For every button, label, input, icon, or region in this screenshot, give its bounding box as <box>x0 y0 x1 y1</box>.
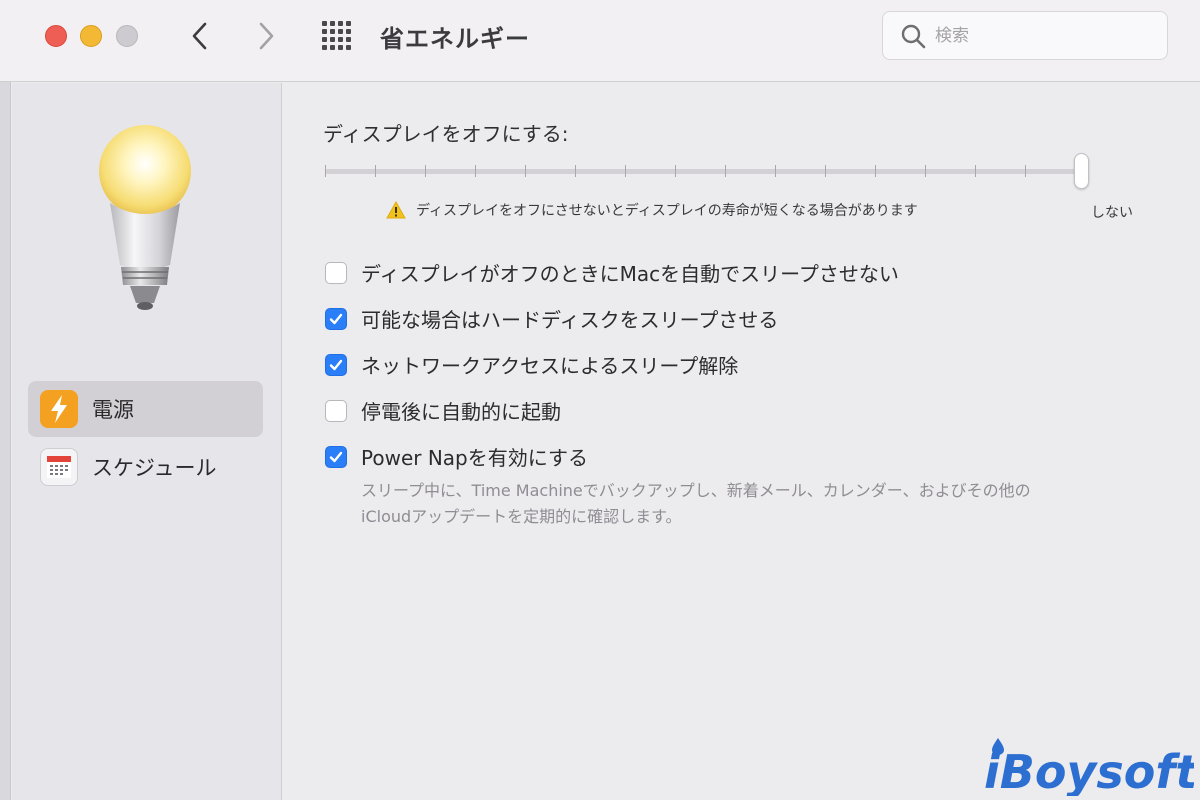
option-label: ネットワークアクセスによるスリープ解除 <box>361 354 739 378</box>
option-disk-sleep[interactable]: 可能な場合はハードディスクをスリープさせる <box>325 304 778 333</box>
checkmark-icon <box>329 313 343 324</box>
lightning-icon <box>40 390 78 428</box>
checkbox-unchecked[interactable] <box>325 261 347 284</box>
watermark-text: iBoysoft <box>984 745 1194 796</box>
slider-track <box>325 169 1085 174</box>
show-all-grid-button[interactable] <box>318 20 358 52</box>
chevron-right-icon <box>259 22 274 50</box>
slider-tick <box>775 165 776 177</box>
option-power-nap[interactable]: Power Napを有効にする <box>325 442 588 471</box>
sidebar-item-label: 電源 <box>92 398 134 422</box>
option-prevent-sleep[interactable]: ディスプレイがオフのときにMacを自動でスリープさせない <box>325 258 899 287</box>
slider-tick <box>525 165 526 177</box>
slider-tick <box>325 165 326 177</box>
slider-value-never: しない <box>1091 205 1133 221</box>
forward-button[interactable] <box>248 18 284 54</box>
display-off-label: ディスプレイをオフにする: <box>323 122 569 146</box>
checkbox-checked[interactable] <box>325 307 347 330</box>
main-pane: ディスプレイをオフにする: ディスプレイをオフにさせないとディスプレイの寿命が短… <box>283 83 1200 800</box>
display-off-slider[interactable] <box>325 153 1095 189</box>
search-input[interactable] <box>935 25 1155 46</box>
warning-message: ディスプレイをオフにさせないとディスプレイの寿命が短くなる場合があります <box>386 200 918 220</box>
option-label: Power Napを有効にする <box>361 446 588 470</box>
iboysoft-watermark-logo: iBoysoft <box>984 738 1194 796</box>
window-title: 省エネルギー <box>380 25 530 53</box>
slider-tick <box>625 165 626 177</box>
power-nap-description-line: iCloudアップデートを定期的に確認します。 <box>361 507 682 526</box>
checkbox-checked[interactable] <box>325 353 347 376</box>
option-restart-power-failure[interactable]: 停電後に自動的に起動 <box>325 396 561 425</box>
warning-text: ディスプレイをオフにさせないとディスプレイの寿命が短くなる場合があります <box>416 203 918 219</box>
warning-icon <box>386 201 406 219</box>
slider-thumb[interactable] <box>1074 153 1089 189</box>
option-wake-network[interactable]: ネットワークアクセスによるスリープ解除 <box>325 350 738 379</box>
chevron-left-icon <box>192 22 207 50</box>
power-nap-description: スリープ中に、Time Machineでバックアップし、新着メール、カレンダー、… <box>361 478 1161 530</box>
option-label: ディスプレイがオフのときにMacを自動でスリープさせない <box>361 262 899 286</box>
zoom-button[interactable] <box>116 25 138 47</box>
option-label: 停電後に自動的に起動 <box>361 400 561 424</box>
slider-tick <box>675 165 676 177</box>
window-edge <box>0 0 11 800</box>
sidebar-item-schedule[interactable]: スケジュール <box>28 439 263 495</box>
slider-tick <box>1025 165 1026 177</box>
slider-tick <box>425 165 426 177</box>
calendar-icon <box>40 448 78 486</box>
sidebar-item-power[interactable]: 電源 <box>28 381 263 437</box>
slider-tick <box>875 165 876 177</box>
checkmark-icon <box>329 359 343 370</box>
toolbar: 省エネルギー <box>0 0 1200 82</box>
search-field[interactable] <box>882 11 1168 60</box>
slider-tick <box>825 165 826 177</box>
power-nap-description-line: スリープ中に、Time Machineでバックアップし、新着メール、カレンダー、… <box>361 481 1031 500</box>
slider-tick <box>375 165 376 177</box>
checkbox-unchecked[interactable] <box>325 399 347 422</box>
slider-tick <box>925 165 926 177</box>
slider-tick <box>725 165 726 177</box>
checkbox-checked[interactable] <box>325 445 347 468</box>
sidebar-item-label: スケジュール <box>92 456 217 480</box>
slider-tick <box>475 165 476 177</box>
minimize-button[interactable] <box>80 25 102 47</box>
sidebar: 電源 スケジュール <box>12 83 282 800</box>
checkmark-icon <box>329 451 343 462</box>
option-label: 可能な場合はハードディスクをスリープさせる <box>361 308 779 332</box>
slider-tick <box>575 165 576 177</box>
lightbulb-icon <box>99 125 191 310</box>
slider-tick <box>975 165 976 177</box>
search-icon <box>901 24 926 48</box>
close-button[interactable] <box>45 25 67 47</box>
back-button[interactable] <box>182 18 218 54</box>
